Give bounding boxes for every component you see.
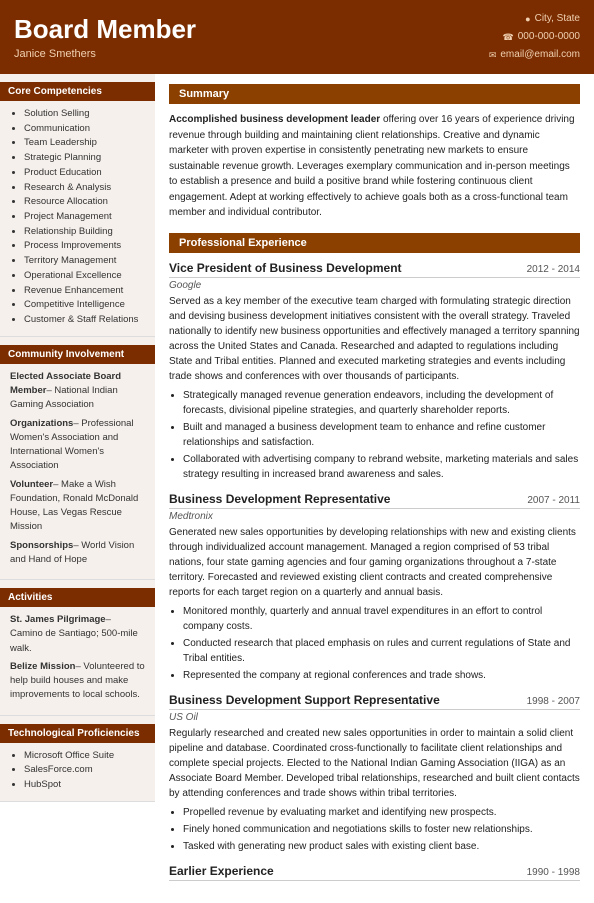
job-bullets-1: Monitored monthly, quarterly and annual … — [169, 604, 580, 683]
bullet-item: Conducted research that placed emphasis … — [183, 636, 580, 666]
list-item: SalesForce.com — [24, 763, 145, 778]
bullet-item: Strategically managed revenue generation… — [183, 388, 580, 418]
job-date-3: 1990 - 1998 — [527, 867, 580, 878]
header-name: Janice Smethers — [14, 48, 196, 60]
list-item: Team Leadership — [24, 136, 145, 151]
tech-list: Microsoft Office Suite SalesForce.com Hu… — [10, 749, 145, 793]
job-desc-2: Regularly researched and created new sal… — [169, 726, 580, 801]
core-competencies-section: Core Competencies Solution Selling Commu… — [0, 74, 155, 337]
header-email: ✉ email@email.com — [489, 46, 580, 64]
list-item: Strategic Planning — [24, 151, 145, 166]
list-item: Project Management — [24, 210, 145, 225]
right-column: Summary Accomplished business developmen… — [155, 74, 594, 903]
list-item: Process Improvements — [24, 239, 145, 254]
job-header-2: Business Development Support Representat… — [169, 693, 580, 710]
summary-title: Summary — [169, 84, 580, 104]
job-company-0: Google — [169, 280, 580, 291]
community-item-2: Volunteer– Make a Wish Foundation, Ronal… — [10, 478, 145, 535]
list-item: Solution Selling — [24, 107, 145, 122]
page-header: Board Member Janice Smethers ● City, Sta… — [0, 0, 594, 74]
header-title: Board Member — [14, 14, 196, 45]
community-item-3: Sponsorships– World Vision and Hand of H… — [10, 539, 145, 568]
job-entry-3: Earlier Experience 1990 - 1998 — [169, 864, 580, 881]
job-title-1: Business Development Representative — [169, 492, 390, 506]
header-contact: ● City, State ☎ 000-000-0000 ✉ email@ema… — [489, 10, 580, 64]
job-date-1: 2007 - 2011 — [527, 495, 580, 506]
main-layout: Core Competencies Solution Selling Commu… — [0, 74, 594, 903]
job-date-2: 1998 - 2007 — [527, 696, 580, 707]
job-date-0: 2012 - 2014 — [527, 264, 580, 275]
job-company-1: Medtronix — [169, 511, 580, 522]
activity-item-1: Belize Mission– Volunteered to help buil… — [10, 660, 145, 703]
job-title-0: Vice President of Business Development — [169, 261, 402, 275]
list-item: Customer & Staff Relations — [24, 313, 145, 328]
job-header-0: Vice President of Business Development 2… — [169, 261, 580, 278]
list-item: Revenue Enhancement — [24, 284, 145, 299]
bullet-item: Represented the company at regional conf… — [183, 668, 580, 683]
left-column: Core Competencies Solution Selling Commu… — [0, 74, 155, 802]
phone-icon: ☎ — [503, 29, 514, 45]
list-item: Relationship Building — [24, 225, 145, 240]
job-bullets-0: Strategically managed revenue generation… — [169, 388, 580, 482]
core-competencies-title: Core Competencies — [0, 82, 155, 101]
community-involvement-section: Community Involvement Elected Associate … — [0, 337, 155, 580]
list-item: Communication — [24, 122, 145, 137]
bullet-item: Monitored monthly, quarterly and annual … — [183, 604, 580, 634]
summary-text: Accomplished business development leader… — [169, 112, 580, 221]
tech-section: Technological Proficiencies Microsoft Of… — [0, 716, 155, 802]
experience-title: Professional Experience — [169, 233, 580, 253]
list-item: Microsoft Office Suite — [24, 749, 145, 764]
list-item: Product Education — [24, 166, 145, 181]
activities-section: Activities St. James Pilgrimage– Camino … — [0, 580, 155, 716]
core-competencies-list: Solution Selling Communication Team Lead… — [10, 107, 145, 328]
list-item: Territory Management — [24, 254, 145, 269]
job-company-2: US Oil — [169, 712, 580, 723]
experience-section: Professional Experience Vice President o… — [169, 233, 580, 881]
activities-title: Activities — [0, 588, 155, 607]
bullet-item: Collaborated with advertising company to… — [183, 452, 580, 482]
header-location: ● City, State — [489, 10, 580, 28]
job-desc-1: Generated new sales opportunities by dev… — [169, 525, 580, 600]
job-entry-1: Business Development Representative 2007… — [169, 492, 580, 683]
bullet-item: Tasked with generating new product sales… — [183, 839, 580, 854]
list-item: HubSpot — [24, 778, 145, 793]
bullet-item: Built and managed a business development… — [183, 420, 580, 450]
job-desc-0: Served as a key member of the executive … — [169, 294, 580, 384]
header-left: Board Member Janice Smethers — [14, 14, 196, 59]
list-item: Resource Allocation — [24, 195, 145, 210]
job-entry-0: Vice President of Business Development 2… — [169, 261, 580, 482]
job-entry-2: Business Development Support Representat… — [169, 693, 580, 854]
list-item: Operational Excellence — [24, 269, 145, 284]
email-icon: ✉ — [489, 47, 497, 63]
job-title-3: Earlier Experience — [169, 864, 274, 878]
job-header-1: Business Development Representative 2007… — [169, 492, 580, 509]
community-item-0: Elected Associate Board Member– National… — [10, 370, 145, 413]
activity-item-0: St. James Pilgrimage– Camino de Santiago… — [10, 613, 145, 656]
job-header-3: Earlier Experience 1990 - 1998 — [169, 864, 580, 881]
job-bullets-2: Propelled revenue by evaluating market a… — [169, 805, 580, 854]
community-involvement-title: Community Involvement — [0, 345, 155, 364]
list-item: Competitive Intelligence — [24, 298, 145, 313]
community-item-1: Organizations– Professional Women's Asso… — [10, 417, 145, 474]
summary-section: Summary Accomplished business developmen… — [169, 84, 580, 221]
header-phone: ☎ 000-000-0000 — [489, 28, 580, 46]
bullet-item: Propelled revenue by evaluating market a… — [183, 805, 580, 820]
tech-title: Technological Proficiencies — [0, 724, 155, 743]
location-icon: ● — [525, 11, 530, 27]
list-item: Research & Analysis — [24, 181, 145, 196]
bullet-item: Finely honed communication and negotiati… — [183, 822, 580, 837]
job-title-2: Business Development Support Representat… — [169, 693, 440, 707]
